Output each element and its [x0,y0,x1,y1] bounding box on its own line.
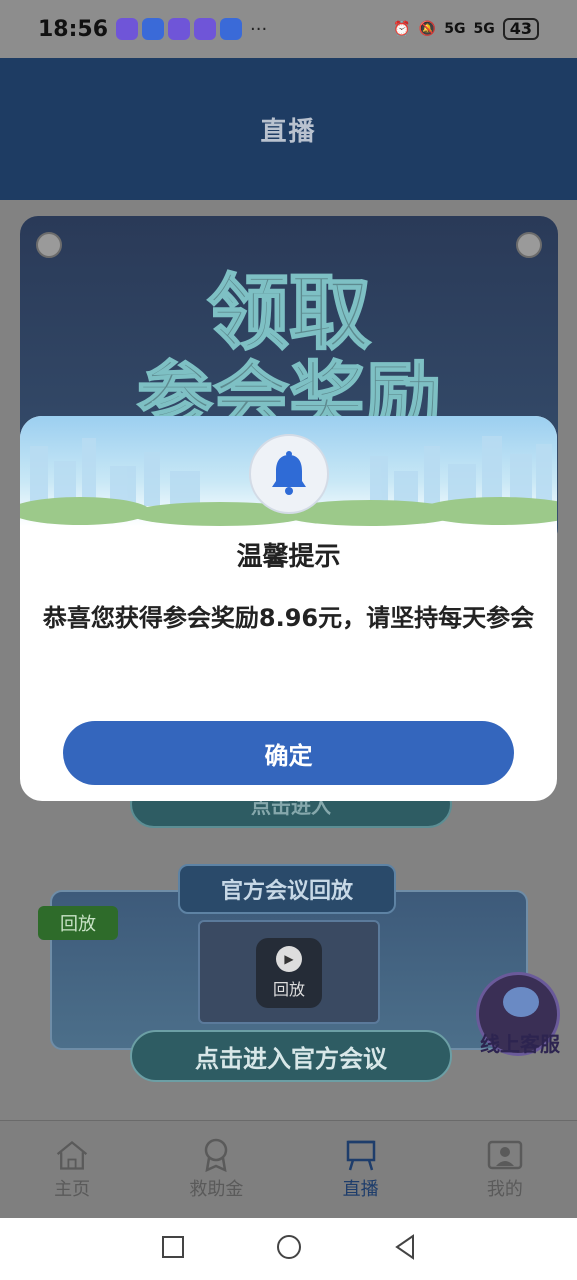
tab-home-label: 主页 [54,1178,91,1200]
status-right: ⏰ 🔕 5G 5G 43 [393,18,539,40]
bottom-tabbar: 主页 救助金 直播 我的 [0,1120,577,1218]
confirm-button[interactable]: 确定 [63,721,514,785]
alarm-icon: ⏰ [393,21,411,37]
mute-icon: 🔕 [418,21,437,37]
cursor-app-icon [220,18,243,40]
easel-icon [343,1139,379,1171]
play-button[interactable]: ▶ 回放 [256,938,322,1008]
replay-section-title: 官方会议回放 [178,864,396,914]
back-icon[interactable] [393,1234,417,1264]
tab-live-label: 直播 [342,1178,379,1200]
shield-app-icon-2 [168,18,191,40]
enter-official-meeting-button[interactable]: 点击进入官方会议 [130,1030,452,1082]
tab-live[interactable]: 直播 [289,1121,433,1218]
status-time: 18:56 [38,16,109,42]
chat-bubble-icon [503,987,539,1017]
shield-app-icon-3 [194,18,217,40]
play-icon: ▶ [276,946,302,972]
tab-relief-fund[interactable]: 救助金 [144,1121,288,1218]
profile-icon [487,1139,523,1171]
tab-mine[interactable]: 我的 [433,1121,577,1218]
medal-icon [198,1138,234,1172]
page-title: 直播 [260,116,317,147]
system-navbar [0,1218,577,1280]
tab-relief-fund-label: 救助金 [189,1178,244,1200]
notice-dialog: 温馨提示 恭喜您获得参会奖励8.96元，请坚持每天参会 确定 [20,416,557,801]
dialog-title: 温馨提示 [236,542,341,572]
home-circle-icon[interactable] [275,1233,303,1265]
shield-app-icon [116,18,139,40]
page-header: 直播 [0,58,577,200]
tab-home[interactable]: 主页 [0,1121,144,1218]
rocket-app-icon [142,18,165,40]
battery-icon: 43 [502,18,539,40]
signal-icon-2: 5G [473,21,495,37]
play-label: 回放 [272,980,305,999]
more-notifications-icon: ··· [250,18,268,40]
signal-icon-1: 5G [444,21,466,37]
bell-icon [249,434,329,514]
dialog-message: 恭喜您获得参会奖励8.96元，请坚持每天参会 [42,604,535,632]
recents-icon[interactable] [161,1235,185,1263]
notification-icons [116,18,243,40]
tab-mine-label: 我的 [486,1178,523,1200]
home-icon [54,1139,90,1171]
replay-tag: 回放 [38,906,118,940]
customer-service-label[interactable]: 线上客服 [472,1028,568,1057]
status-bar: 18:56 ··· ⏰ 🔕 5G 5G 43 [0,0,577,58]
